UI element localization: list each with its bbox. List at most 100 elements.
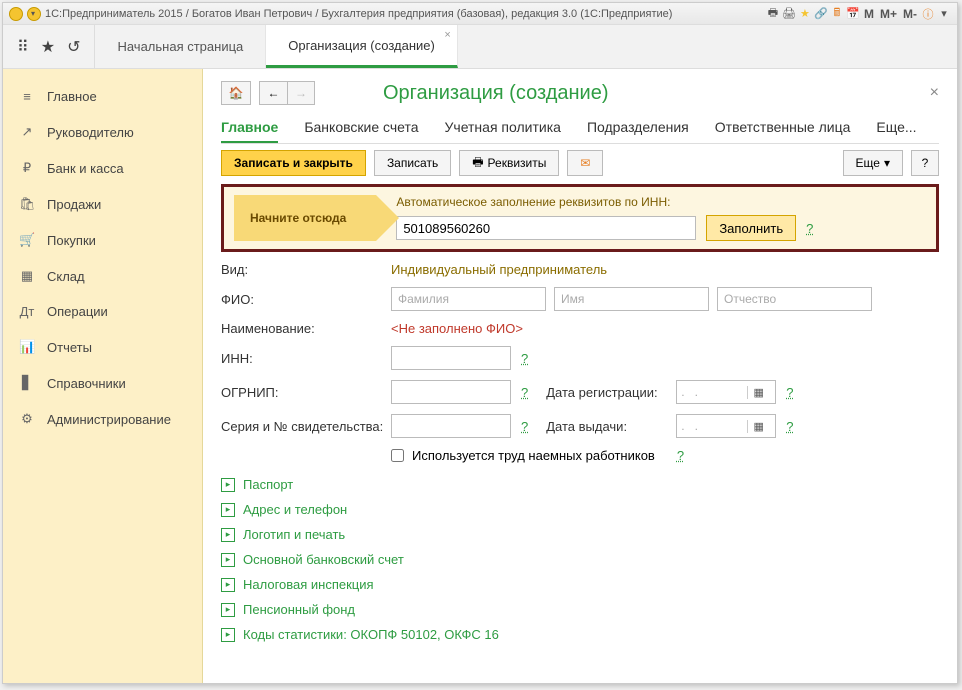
subtab-bank-accounts[interactable]: Банковские счета — [304, 113, 418, 143]
m-plus-button[interactable]: M+ — [878, 7, 899, 21]
info-icon[interactable]: ⓘ — [921, 7, 935, 21]
expander-bank[interactable]: ▸Основной банковский счет — [221, 552, 939, 567]
expander-logo[interactable]: ▸Логотип и печать — [221, 527, 939, 542]
sidebar-item-label: Главное — [47, 89, 97, 104]
tab-organization[interactable]: Организация (создание) × — [266, 25, 458, 68]
sidebar-item-directories[interactable]: ▋Справочники — [3, 365, 202, 401]
m-button[interactable]: M — [862, 7, 876, 21]
vid-value: Индивидуальный предприниматель — [391, 262, 607, 277]
ogrnip-field[interactable] — [391, 380, 511, 404]
expand-icon: ▸ — [221, 578, 235, 592]
chart-icon: ↗ — [19, 124, 35, 140]
expander-pension[interactable]: ▸Пенсионный фонд — [221, 602, 939, 617]
more-button[interactable]: Еще ▾ — [843, 150, 903, 176]
workers-label: Используется труд наемных работников — [412, 448, 655, 463]
sidebar-item-main[interactable]: ≡ Главное — [3, 79, 202, 114]
save-button[interactable]: Записать — [374, 150, 451, 176]
highlight-box: Начните отсюда Автоматическое заполнение… — [221, 184, 939, 252]
help-link[interactable]: ? — [786, 419, 793, 434]
info-dropdown-icon[interactable]: ▾ — [937, 7, 951, 21]
tab-start-page[interactable]: Начальная страница — [95, 25, 266, 68]
name-value: <Не заполнено ФИО> — [391, 321, 523, 336]
bar-icon: 📊 — [19, 339, 35, 355]
workers-checkbox[interactable] — [391, 449, 404, 462]
help-link[interactable]: ? — [521, 385, 528, 400]
back-button[interactable]: ← — [259, 81, 287, 105]
sidebar-item-manager[interactable]: ↗ Руководителю — [3, 114, 202, 150]
inn-field[interactable] — [391, 346, 511, 370]
sidebar-item-bank[interactable]: ₽Банк и касса — [3, 150, 202, 186]
sidebar-item-label: Руководителю — [47, 125, 134, 140]
inn-input[interactable] — [396, 216, 696, 240]
help-button[interactable]: ? — [911, 150, 939, 176]
requisites-button[interactable]: 🖶Реквизиты — [459, 150, 559, 176]
expand-icon: ▸ — [221, 528, 235, 542]
m-minus-button[interactable]: M- — [901, 7, 919, 21]
patronymic-input[interactable] — [717, 287, 872, 311]
tab-label: Организация (создание) — [288, 38, 435, 53]
vid-label: Вид: — [221, 262, 391, 277]
reg-date-field[interactable] — [677, 381, 747, 403]
printer-icon[interactable]: 🖨 — [782, 7, 796, 21]
expander-passport[interactable]: ▸Паспорт — [221, 477, 939, 492]
fio-label: ФИО: — [221, 292, 391, 307]
list-icon: ≡ — [19, 89, 35, 104]
sidebar-item-label: Продажи — [47, 197, 101, 212]
sidebar-item-purchases[interactable]: 🛒Покупки — [3, 222, 202, 258]
series-field[interactable] — [391, 414, 511, 438]
chevron-down-icon: ▾ — [884, 156, 890, 170]
history-icon[interactable]: ↺ — [67, 37, 80, 57]
ruble-icon: ₽ — [19, 160, 35, 176]
help-link[interactable]: ? — [521, 351, 528, 366]
sidebar-item-label: Справочники — [47, 376, 126, 391]
close-icon[interactable]: × — [444, 29, 450, 41]
help-link[interactable]: ? — [786, 385, 793, 400]
calendar-icon[interactable]: ▦ — [747, 420, 769, 433]
expand-icon: ▸ — [221, 503, 235, 517]
star-icon[interactable]: ★ — [798, 7, 812, 21]
subtabs: Главное Банковские счета Учетная политик… — [221, 113, 939, 144]
sidebar-item-operations[interactable]: ДтОперации — [3, 294, 202, 329]
subtab-main[interactable]: Главное — [221, 113, 278, 143]
expand-icon: ▸ — [221, 478, 235, 492]
close-page-button[interactable]: × — [930, 84, 939, 102]
bag-icon: 🛍 — [19, 196, 35, 212]
help-link[interactable]: ? — [521, 419, 528, 434]
page-title: Организация (создание) — [383, 82, 609, 105]
issue-date-field[interactable] — [677, 415, 747, 437]
help-link[interactable]: ? — [677, 448, 684, 463]
calendar-icon[interactable]: 📅 — [846, 7, 860, 21]
subtab-more[interactable]: Еще... — [876, 113, 916, 143]
expander-address[interactable]: ▸Адрес и телефон — [221, 502, 939, 517]
sidebar-item-sales[interactable]: 🛍 Продажи — [3, 186, 202, 222]
apps-icon[interactable]: ⠿ — [17, 37, 29, 57]
reg-date-input[interactable]: ▦ — [676, 380, 776, 404]
sidebar-item-label: Покупки — [47, 233, 96, 248]
name-input[interactable] — [554, 287, 709, 311]
expander-stats[interactable]: ▸Коды статистики: ОКОПФ 50102, ОКФС 16 — [221, 627, 939, 642]
app-dropdown-icon[interactable] — [27, 7, 41, 21]
sidebar-item-reports[interactable]: 📊 Отчеты — [3, 329, 202, 365]
help-link[interactable]: ? — [806, 221, 813, 236]
print-icon[interactable]: 🖶 — [766, 7, 780, 21]
sidebar-item-label: Отчеты — [47, 340, 92, 355]
link-icon[interactable]: 🔗 — [814, 7, 828, 21]
subtab-departments[interactable]: Подразделения — [587, 113, 689, 143]
sidebar-item-admin[interactable]: ⚙Администрирование — [3, 401, 202, 437]
sidebar-item-warehouse[interactable]: ▦Склад — [3, 258, 202, 294]
home-button[interactable]: 🏠 — [221, 81, 251, 105]
subtab-accounting-policy[interactable]: Учетная политика — [445, 113, 561, 143]
sidebar-item-label: Администрирование — [47, 412, 171, 427]
subtab-persons[interactable]: Ответственные лица — [715, 113, 851, 143]
email-button[interactable]: ✉ — [567, 150, 603, 176]
favorites-icon[interactable]: ★ — [41, 37, 55, 57]
forward-button[interactable]: → — [287, 81, 315, 105]
window-title: 1С:Предприниматель 2015 / Богатов Иван П… — [45, 8, 672, 20]
calc-icon[interactable]: 🖩 — [830, 7, 844, 21]
surname-input[interactable] — [391, 287, 546, 311]
fill-button[interactable]: Заполнить — [706, 215, 796, 241]
calendar-icon[interactable]: ▦ — [747, 386, 769, 399]
save-close-button[interactable]: Записать и закрыть — [221, 150, 366, 176]
expander-tax[interactable]: ▸Налоговая инспекция — [221, 577, 939, 592]
issue-date-input[interactable]: ▦ — [676, 414, 776, 438]
